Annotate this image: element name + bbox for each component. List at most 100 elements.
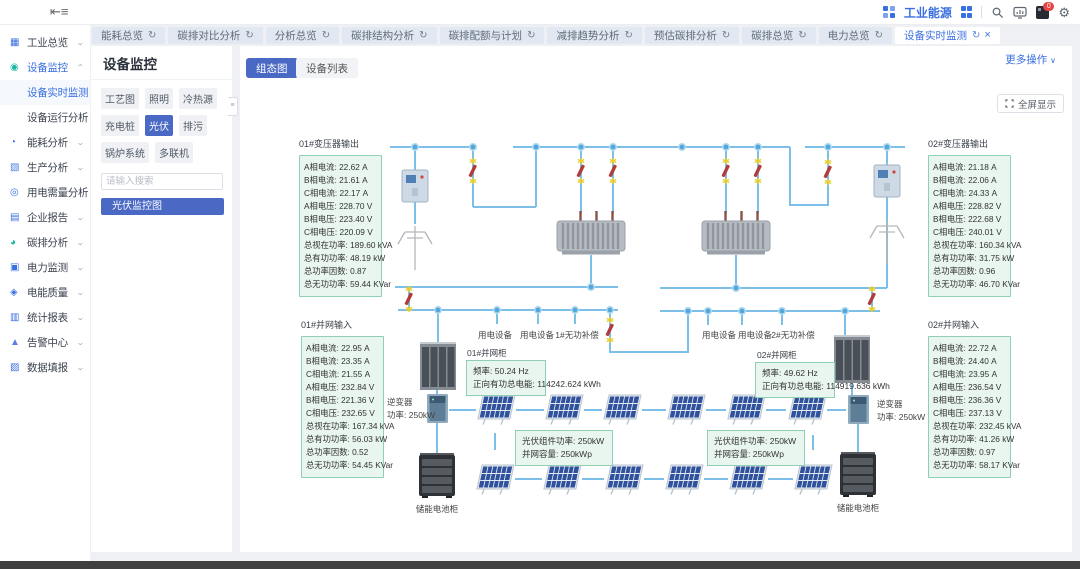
grid-cabinet-02-label: 02#并网柜 xyxy=(757,349,797,361)
sidebar-item-生产分析[interactable]: ▧生产分析⌄ xyxy=(0,155,90,180)
chevron-down-icon: ⌄ xyxy=(76,138,85,147)
metric-value: 167.34 kVA xyxy=(352,421,394,431)
metric-label: 总有功功率 xyxy=(933,253,979,263)
metric-value: 228.70 V xyxy=(339,201,372,211)
filter-button-排污[interactable]: 排污 xyxy=(179,115,207,136)
sidebar-item-电能质量[interactable]: ◈电能质量⌄ xyxy=(0,280,90,305)
metric-value: 22.62 A xyxy=(339,162,368,172)
close-icon[interactable]: × xyxy=(984,29,990,41)
user-avatar[interactable]: 0 xyxy=(1036,6,1049,19)
sidebar-collapse-icon[interactable]: ⇤≡ xyxy=(50,4,68,20)
breaker-switch-icon xyxy=(721,158,730,184)
metric-value: 56.03 kW xyxy=(352,434,387,444)
top-header: ⇤≡ 工业能源 0 ⚙ xyxy=(0,0,1080,25)
sidebar-subitem-设备实时监测[interactable]: 设备实时监测 xyxy=(0,80,90,105)
filter-button-照明[interactable]: 照明 xyxy=(145,88,173,109)
tab-预估碳排分析[interactable]: 预估碳排分析↻ xyxy=(645,27,739,44)
panel-title: 01#变压器输出 xyxy=(299,137,382,150)
sidebar-item-数据填报[interactable]: ▨数据填报⌄ xyxy=(0,355,90,380)
metric-label: B相电压 xyxy=(933,395,968,405)
sidebar-item-统计报表[interactable]: ▥统计报表⌄ xyxy=(0,305,90,330)
metric-label: C相电流 xyxy=(933,369,969,379)
refresh-icon[interactable]: ↻ xyxy=(148,30,156,41)
metric-value: 21.61 A xyxy=(339,175,368,185)
metric-row: B相电压221.36 V xyxy=(306,394,383,407)
metric-label: A相电压 xyxy=(933,201,968,211)
refresh-icon[interactable]: ↻ xyxy=(798,30,806,41)
filter-button-冷热源[interactable]: 冷热源 xyxy=(179,88,217,109)
refresh-icon[interactable]: ↻ xyxy=(527,30,535,41)
monitor-icon[interactable] xyxy=(1013,6,1027,19)
metric-row: 总视在功率160.34 kVA xyxy=(933,239,1010,252)
tab-碳排结构分析[interactable]: 碳排结构分析↻ xyxy=(342,27,436,44)
metric-label: A相电压 xyxy=(304,201,339,211)
metric-label: C相电流 xyxy=(304,188,340,198)
metric-value: 22.72 A xyxy=(968,343,997,353)
metric-row: B相电压223.40 V xyxy=(304,213,381,226)
bus-load-label: 用电设备 xyxy=(520,329,554,341)
sidebar-item-电力监测[interactable]: ▣电力监测⌄ xyxy=(0,255,90,280)
metric-value: 228.82 V xyxy=(968,201,1001,211)
search-input[interactable] xyxy=(101,173,223,190)
metric-row: 总有功功率48.19 kW xyxy=(304,252,381,265)
metric-value: 232.45 kVA xyxy=(979,421,1021,431)
metric-row: 总视在功率167.34 kVA xyxy=(306,420,383,433)
metric-value: 236.54 V xyxy=(968,382,1001,392)
metric-row: 总视在功率232.45 kVA xyxy=(933,420,1010,433)
footer-taskbar xyxy=(0,561,1080,569)
refresh-icon[interactable]: ↻ xyxy=(245,30,253,41)
tab-碳排对比分析[interactable]: 碳排对比分析↻ xyxy=(168,27,262,44)
filter-button-光伏[interactable]: 光伏 xyxy=(145,115,173,136)
bus-load-label: 用电设备 xyxy=(738,329,772,341)
metric-value: 24.33 A xyxy=(969,188,998,198)
production-icon: ▧ xyxy=(10,163,23,173)
sidebar-subitem-设备运行分析[interactable]: 设备运行分析 xyxy=(0,105,90,130)
refresh-icon[interactable]: ↻ xyxy=(875,30,883,41)
metric-row: 正向有功总电能114242.624 kWh xyxy=(473,378,545,391)
panel-collapse-handle[interactable]: ≡ xyxy=(228,97,238,116)
metric-label: 总无功功率 xyxy=(933,279,979,289)
refresh-icon[interactable]: ↻ xyxy=(419,30,427,41)
search-icon[interactable] xyxy=(991,6,1004,19)
device-list-item-pv-monitor[interactable]: 光伏监控图 xyxy=(101,198,224,215)
apps-switcher-icon[interactable] xyxy=(961,6,973,18)
sidebar-item-设备监控[interactable]: ◉设备监控⌃ xyxy=(0,55,90,80)
device-monitor-icon: ◉ xyxy=(10,63,23,73)
sidebar-item-企业报告[interactable]: ▤企业报告⌄ xyxy=(0,205,90,230)
filter-button-多联机[interactable]: 多联机 xyxy=(155,142,193,163)
battery-cabinet-01-label: 储能电池柜 xyxy=(416,503,459,515)
chevron-down-icon: ⌄ xyxy=(76,288,85,297)
panel-title: 02#变压器输出 xyxy=(928,137,1011,150)
tab-分析总览[interactable]: 分析总览↻ xyxy=(266,27,339,44)
tab-能耗总览[interactable]: 能耗总览 ↻ xyxy=(92,27,165,44)
sidebar-item-能耗分析[interactable]: ◔能耗分析⌄ xyxy=(0,130,90,155)
tab-减排趋势分析[interactable]: 减排趋势分析↻ xyxy=(547,27,641,44)
settings-gear-icon[interactable]: ⚙ xyxy=(1058,6,1070,19)
tab-碳排总览[interactable]: 碳排总览↻ xyxy=(742,27,815,44)
refresh-icon[interactable]: ↻ xyxy=(972,30,980,41)
transformer-02-icon xyxy=(702,211,770,255)
filter-button-锅炉系统[interactable]: 锅炉系统 xyxy=(101,142,149,163)
filter-button-充电桩[interactable]: 充电桩 xyxy=(101,115,139,136)
tab-电力总览[interactable]: 电力总览↻ xyxy=(819,27,892,44)
refresh-icon[interactable]: ↻ xyxy=(722,30,730,41)
refresh-icon[interactable]: ↻ xyxy=(624,30,632,41)
metric-value: 223.40 V xyxy=(339,214,372,224)
sidebar-item-碳排分析[interactable]: ◕碳排分析⌄ xyxy=(0,230,90,255)
sidebar-item-用电需量分析[interactable]: ◎用电需量分析 xyxy=(0,180,90,205)
filter-button-工艺图[interactable]: 工艺图 xyxy=(101,88,139,109)
sidebar-item-告警中心[interactable]: ▲告警中心⌄ xyxy=(0,330,90,355)
metric-label: 总功率因数 xyxy=(306,447,352,457)
tab-label: 设备实时监测 xyxy=(904,28,967,43)
sidebar-item-工业总览[interactable]: ▦工业总览⌄ xyxy=(0,30,90,55)
tab-设备实时监测[interactable]: 设备实时监测 ↻ × xyxy=(895,27,1000,44)
monitor-panel-02#变压器输出: 02#变压器输出A相电流21.18 AB相电流22.06 AC相电流24.33 … xyxy=(928,137,1011,297)
notification-badge: 0 xyxy=(1043,2,1054,11)
metric-row: B相电流21.61 A xyxy=(304,174,381,187)
metric-label: 总视在功率 xyxy=(304,240,350,250)
tab-碳排配额与计划[interactable]: 碳排配额与计划↻ xyxy=(440,27,545,44)
tab-label: 能耗总览 xyxy=(101,28,143,43)
refresh-icon[interactable]: ↻ xyxy=(322,30,330,41)
metric-row: A相电压228.70 V xyxy=(304,200,381,213)
metric-row: C相电压220.09 V xyxy=(304,226,381,239)
